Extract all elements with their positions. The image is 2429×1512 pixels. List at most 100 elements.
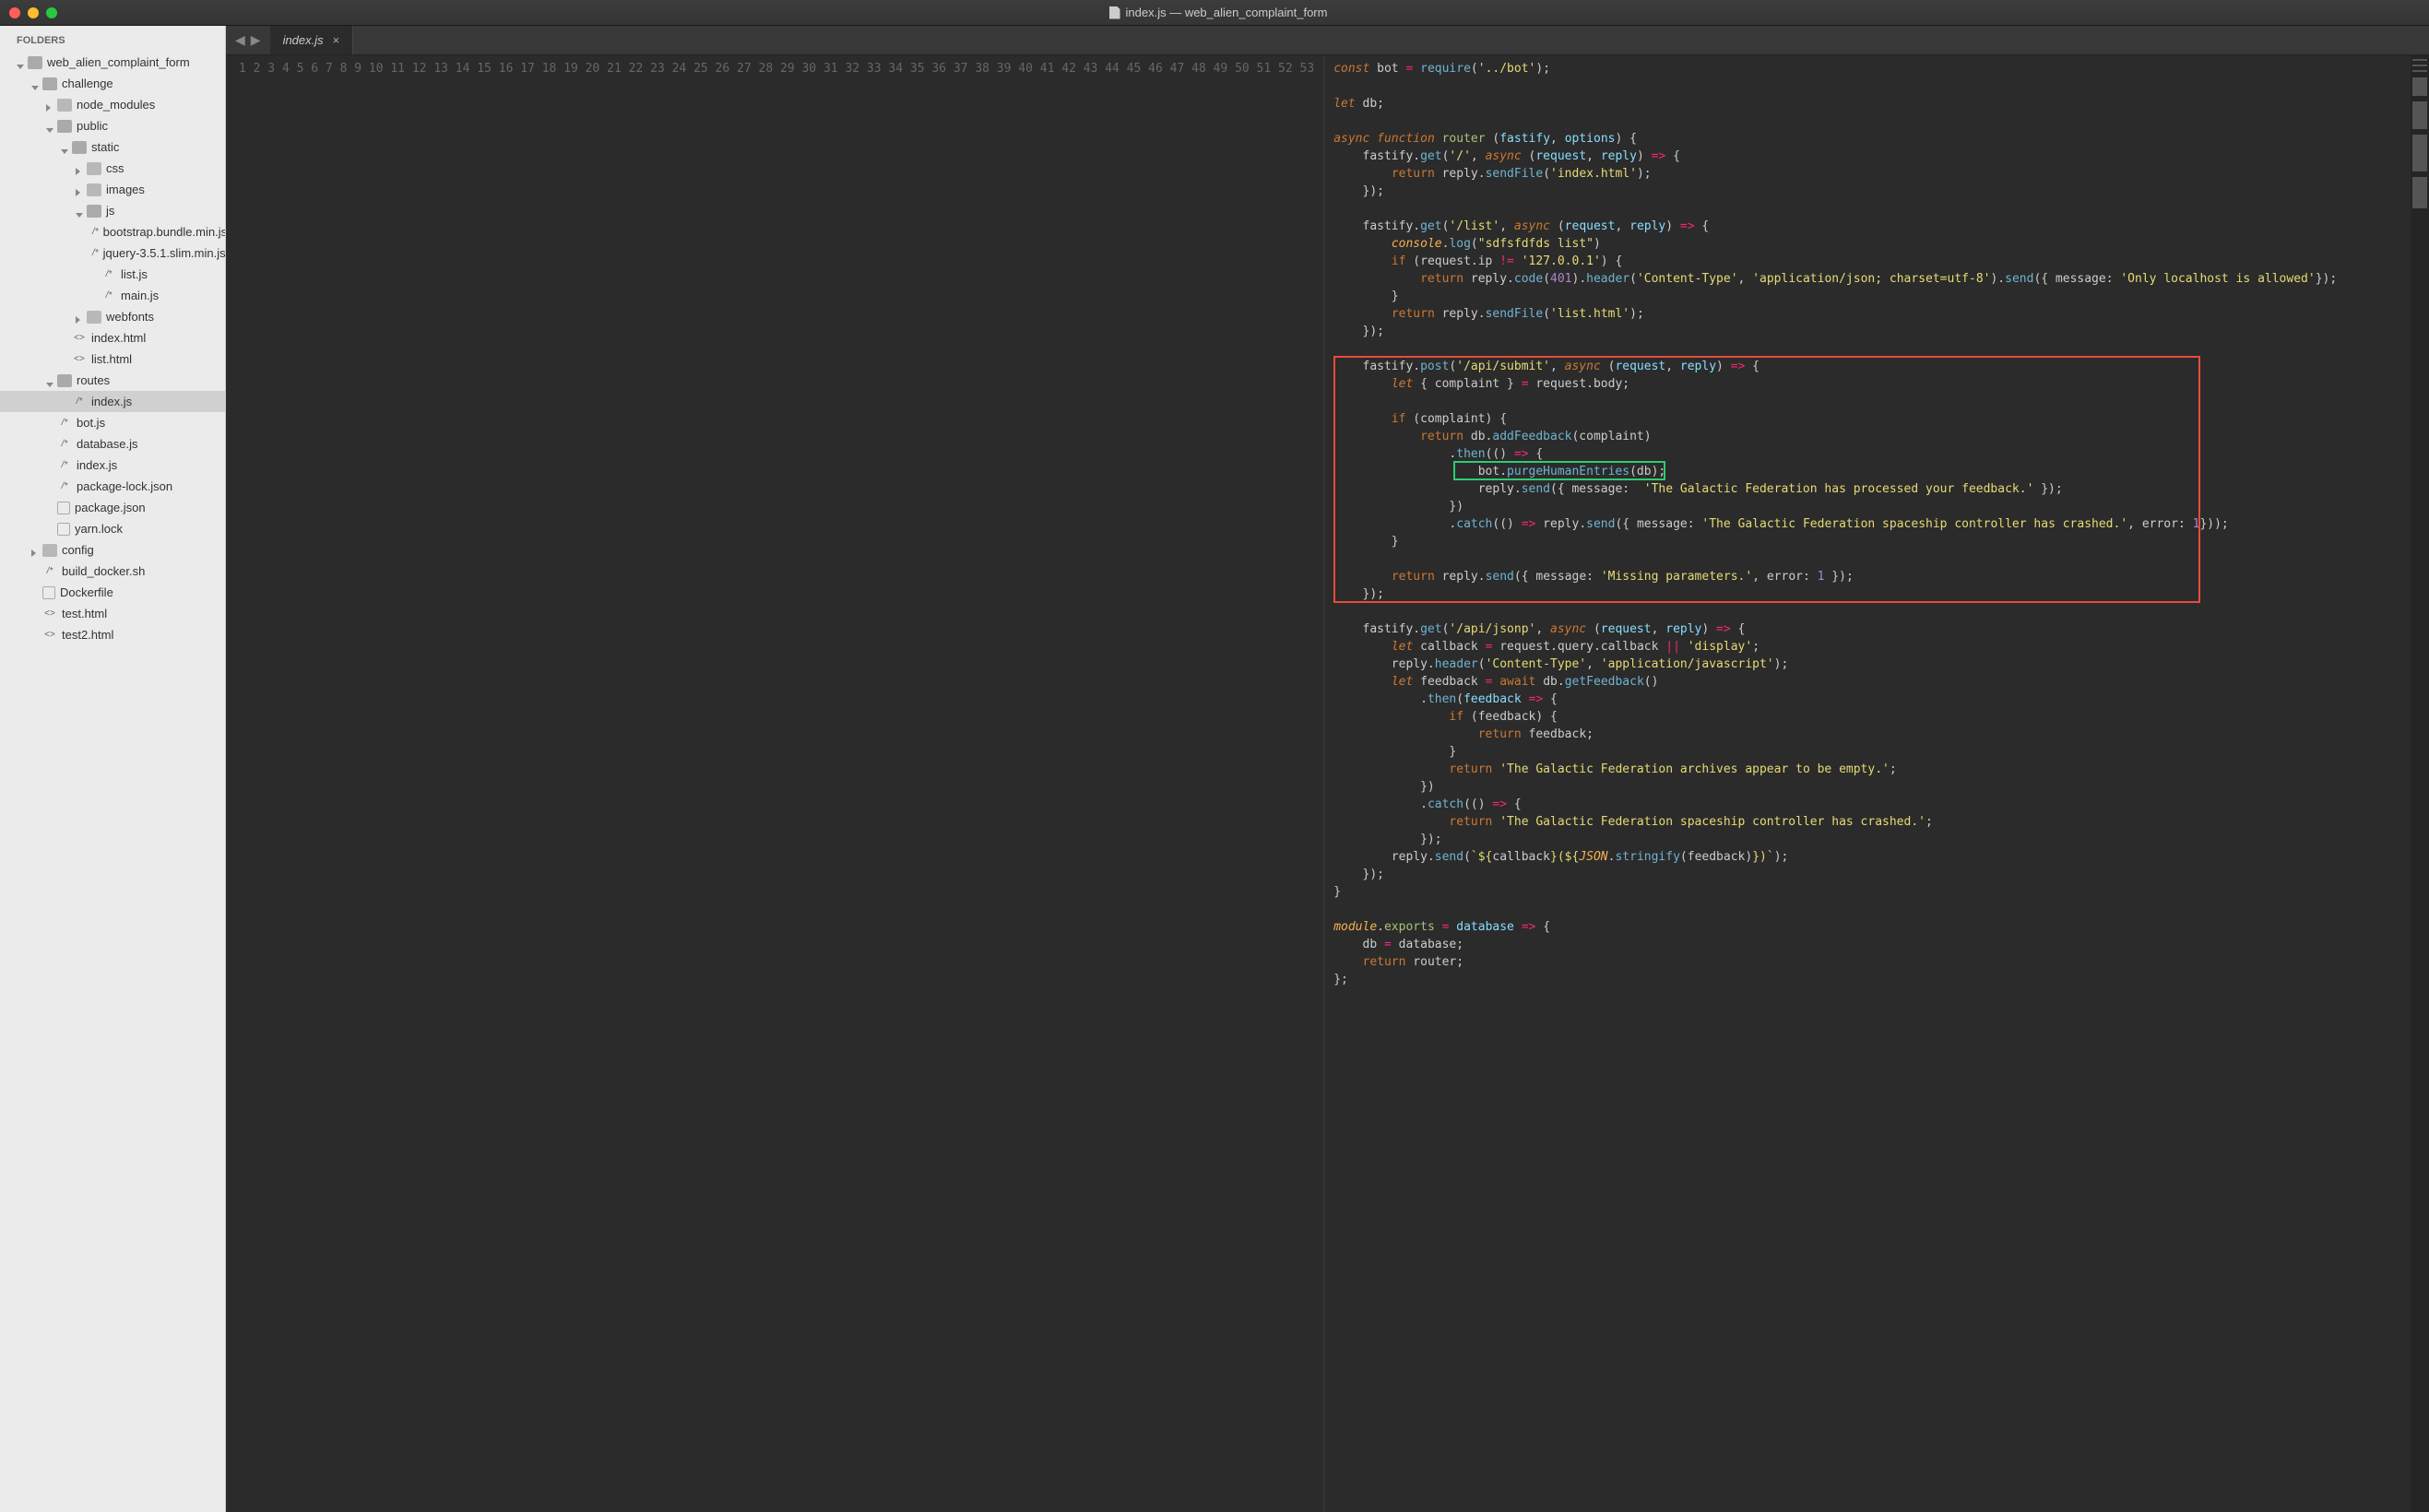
folder-icon (87, 183, 101, 196)
disclosure-down-icon[interactable] (76, 207, 85, 216)
tree-item-label: Dockerfile (60, 585, 113, 599)
folder-icon (87, 162, 101, 175)
tree-item-dockerfile[interactable]: Dockerfile (0, 582, 225, 603)
tree-item-images[interactable]: images (0, 179, 225, 200)
tree-item-label: list.html (91, 352, 132, 366)
folder-icon (42, 544, 57, 557)
tree-item-index-js[interactable]: index.js (0, 455, 225, 476)
folder-open-icon (72, 141, 87, 154)
js-icon (92, 226, 99, 239)
disclosure-down-icon[interactable] (46, 122, 55, 131)
disclosure-down-icon[interactable] (17, 58, 26, 67)
highlight-red-box (1333, 356, 2200, 603)
disclosure-down-icon[interactable] (31, 79, 41, 89)
tab-next-icon[interactable]: ▶ (249, 30, 263, 50)
disclosure-down-icon[interactable] (61, 143, 70, 152)
spacer-icon (61, 397, 70, 407)
tree-item-label: challenge (62, 77, 113, 90)
tree-item-label: index.js (91, 395, 132, 408)
tree-item-package-lock-json[interactable]: package-lock.json (0, 476, 225, 497)
disclosure-down-icon[interactable] (46, 376, 55, 385)
tree-item-yarn-lock[interactable]: yarn.lock (0, 518, 225, 539)
window-controls (9, 7, 57, 18)
disclosure-right-icon[interactable] (76, 164, 85, 173)
minimap[interactable] (2411, 55, 2429, 1512)
tree-item-label: public (77, 119, 108, 133)
tree-item-challenge[interactable]: challenge (0, 73, 225, 94)
tree-item-css[interactable]: css (0, 158, 225, 179)
tree-item-js[interactable]: js (0, 200, 225, 221)
tree-item-label: js (106, 204, 114, 218)
disclosure-right-icon[interactable] (76, 313, 85, 322)
tree-item-label: index.js (77, 458, 117, 472)
tree-item-label: database.js (77, 437, 138, 451)
maximize-button[interactable] (46, 7, 57, 18)
tab-index-js[interactable]: index.js × (270, 26, 354, 54)
tree-item-label: web_alien_complaint_form (47, 55, 190, 69)
disclosure-right-icon[interactable] (31, 546, 41, 555)
titlebar: index.js — web_alien_complaint_form (0, 0, 2429, 26)
sidebar[interactable]: FOLDERS web_alien_complaint_form challeng… (0, 26, 226, 1512)
tree-item-list-html[interactable]: list.html (0, 348, 225, 370)
tree-item-label: package.json (75, 501, 146, 514)
html-icon (72, 332, 87, 345)
json-icon (42, 586, 55, 599)
tree-item-main-js[interactable]: main.js (0, 285, 225, 306)
spacer-icon (61, 334, 70, 343)
tab-prev-icon[interactable]: ◀ (233, 30, 247, 50)
tree-item-label: list.js (121, 267, 148, 281)
html-icon (72, 353, 87, 366)
tree-item-index-js[interactable]: index.js (0, 391, 225, 412)
tree-item-static[interactable]: static (0, 136, 225, 158)
js-icon (42, 565, 57, 578)
minimize-button[interactable] (28, 7, 39, 18)
tree-item-public[interactable]: public (0, 115, 225, 136)
code-content[interactable]: const bot = require('../bot'); let db; a… (1324, 55, 2411, 1512)
tree-item-test2-html[interactable]: test2.html (0, 624, 225, 645)
tree-item-config[interactable]: config (0, 539, 225, 561)
tab-label: index.js (283, 33, 324, 47)
code-editor[interactable]: 1 2 3 4 5 6 7 8 9 10 11 12 13 14 15 16 1… (226, 55, 2429, 1512)
folder-open-icon (28, 56, 42, 69)
tree-item-label: images (106, 183, 145, 196)
tree-item-label: bootstrap.bundle.min.js (103, 225, 225, 239)
spacer-icon (90, 270, 100, 279)
tab-bar: ◀ ▶ index.js × (226, 26, 2429, 55)
spacer-icon (46, 461, 55, 470)
tree-item-build-docker-sh[interactable]: build_docker.sh (0, 561, 225, 582)
tree-item-label: static (91, 140, 119, 154)
folder-open-icon (87, 205, 101, 218)
folder-tree[interactable]: web_alien_complaint_form challenge node_mo… (0, 52, 225, 645)
close-button[interactable] (9, 7, 20, 18)
tree-item-routes[interactable]: routes (0, 370, 225, 391)
tree-item-webfonts[interactable]: webfonts (0, 306, 225, 327)
tree-item-list-js[interactable]: list.js (0, 264, 225, 285)
folder-open-icon (57, 120, 72, 133)
tree-item-label: jquery-3.5.1.slim.min.js (103, 246, 225, 260)
js-icon (92, 247, 99, 260)
tree-item-test-html[interactable]: test.html (0, 603, 225, 624)
tree-item-label: yarn.lock (75, 522, 123, 536)
tree-item-jquery-3-5-1-slim-min-js[interactable]: jquery-3.5.1.slim.min.js (0, 242, 225, 264)
disclosure-right-icon[interactable] (46, 100, 55, 110)
window-title: index.js — web_alien_complaint_form (57, 6, 2379, 19)
tree-item-web-alien-complaint-form[interactable]: web_alien_complaint_form (0, 52, 225, 73)
close-icon[interactable]: × (333, 33, 340, 47)
sidebar-header: FOLDERS (0, 26, 225, 52)
document-icon (1109, 6, 1120, 19)
tree-item-package-json[interactable]: package.json (0, 497, 225, 518)
tree-item-label: package-lock.json (77, 479, 172, 493)
tree-item-label: webfonts (106, 310, 154, 324)
spacer-icon (46, 525, 55, 534)
tree-item-bootstrap-bundle-min-js[interactable]: bootstrap.bundle.min.js (0, 221, 225, 242)
tree-item-label: index.html (91, 331, 146, 345)
tree-item-bot-js[interactable]: bot.js (0, 412, 225, 433)
tree-item-database-js[interactable]: database.js (0, 433, 225, 455)
spacer-icon (31, 588, 41, 597)
tree-item-label: build_docker.sh (62, 564, 145, 578)
tree-item-node-modules[interactable]: node_modules (0, 94, 225, 115)
html-icon (42, 608, 57, 620)
spacer-icon (46, 440, 55, 449)
disclosure-right-icon[interactable] (76, 185, 85, 195)
tree-item-index-html[interactable]: index.html (0, 327, 225, 348)
